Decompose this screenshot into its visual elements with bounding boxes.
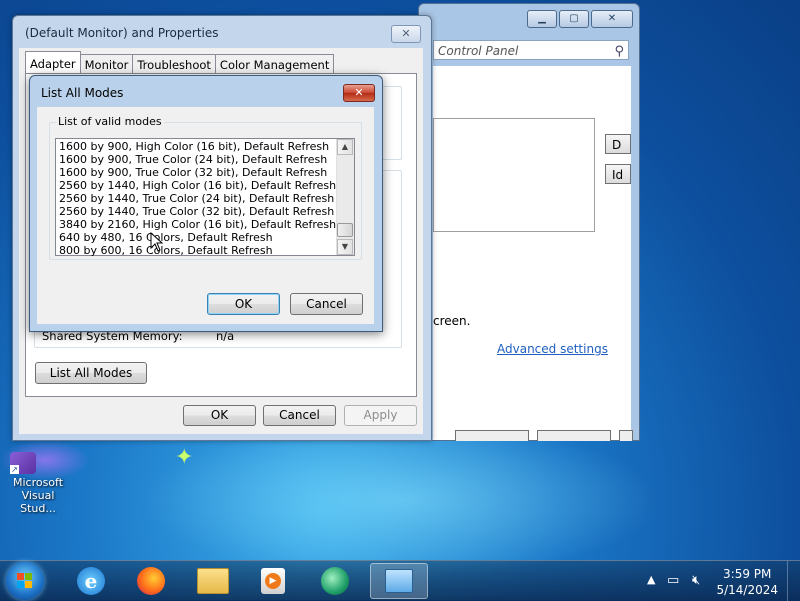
- close-button[interactable]: ✕: [343, 84, 375, 102]
- advanced-settings-link[interactable]: Advanced settings: [497, 342, 608, 356]
- control-panel-body: D Id creen. Advanced settings: [433, 66, 633, 441]
- list-item[interactable]: 1600 by 900, True Color (24 bit), Defaul…: [56, 153, 336, 166]
- show-hidden-icons-arrow-icon[interactable]: ▲: [647, 573, 655, 586]
- list-item[interactable]: 2560 by 1440, True Color (24 bit), Defau…: [56, 192, 336, 205]
- cp-cancel-button[interactable]: [537, 430, 611, 441]
- tab-adapter[interactable]: Adapter: [25, 51, 81, 74]
- group-label: List of valid modes: [56, 115, 164, 128]
- desktop-icon-label: Microsoft Visual Stud...: [12, 476, 64, 515]
- wallpaper-glow: [140, 420, 660, 580]
- network-icon[interactable]: ▭: [667, 573, 679, 588]
- list-item[interactable]: 1600 by 900, True Color (32 bit), Defaul…: [56, 166, 336, 179]
- minimize-button[interactable]: ▁: [527, 10, 557, 28]
- window-caption-buttons: ▁ ▢ ✕: [527, 10, 633, 28]
- cp-apply-button[interactable]: [619, 430, 633, 441]
- maximize-button[interactable]: ▢: [559, 10, 589, 28]
- info-text: creen.: [433, 314, 471, 328]
- control-panel-search-input[interactable]: Control Panel ⚲: [433, 40, 629, 60]
- modes-listbox[interactable]: 1600 by 900, High Color (16 bit), Defaul…: [55, 138, 355, 257]
- scroll-up-arrow-icon[interactable]: ▲: [337, 139, 353, 155]
- monitor-preview-box: [433, 118, 595, 232]
- close-button[interactable]: ✕: [591, 10, 633, 28]
- cancel-button[interactable]: Cancel: [263, 405, 336, 426]
- desktop-icon-visual-studio[interactable]: ↗ Microsoft Visual Stud...: [2, 452, 74, 515]
- dialog-client-area: List of valid modes 1600 by 900, High Co…: [37, 107, 374, 324]
- search-icon[interactable]: ⚲: [614, 42, 624, 62]
- window-title: (Default Monitor) and Properties: [25, 26, 219, 40]
- identify-button[interactable]: Id: [605, 164, 631, 184]
- dialog-title: List All Modes: [41, 86, 124, 100]
- search-placeholder: Control Panel: [438, 44, 519, 58]
- cancel-button[interactable]: Cancel: [290, 293, 363, 315]
- detect-button[interactable]: D: [605, 134, 631, 154]
- list-item[interactable]: 3840 by 2160, High Color (16 bit), Defau…: [56, 218, 336, 231]
- apply-button[interactable]: Apply: [344, 405, 417, 426]
- speaker-muted-icon[interactable]: 🔇︎: [692, 573, 700, 588]
- tab-strip: Adapter Monitor Troubleshoot Color Manag…: [25, 51, 335, 74]
- list-item[interactable]: 2560 by 1440, High Color (16 bit), Defau…: [56, 179, 336, 192]
- clock[interactable]: 3:59 PM 5/14/2024: [716, 566, 778, 598]
- system-tray: ▲ ▭ 🔇︎ 3:59 PM 5/14/2024: [0, 561, 800, 601]
- list-item[interactable]: 2560 by 1440, True Color (32 bit), Defau…: [56, 205, 336, 218]
- ok-button[interactable]: OK: [183, 405, 256, 426]
- taskbar: e ▶ ▲ ▭ 🔇︎ 3:59 PM 5/14/2024: [0, 560, 800, 601]
- cp-ok-button[interactable]: [455, 430, 529, 441]
- scroll-down-arrow-icon[interactable]: ▼: [337, 239, 353, 255]
- tab-color-management[interactable]: Color Management: [214, 54, 335, 74]
- tab-troubleshoot[interactable]: Troubleshoot: [132, 54, 216, 74]
- shortcut-arrow-icon: ↗: [10, 465, 19, 474]
- show-desktop-button[interactable]: [787, 561, 800, 601]
- ok-button[interactable]: OK: [207, 293, 280, 315]
- modes-list: 1600 by 900, High Color (16 bit), Defaul…: [56, 140, 336, 257]
- visual-studio-icon: ↗: [10, 452, 36, 474]
- scrollbar-thumb[interactable]: [337, 223, 353, 237]
- list-item[interactable]: 800 by 600, 16 Colors, Default Refresh: [56, 244, 336, 257]
- clock-time: 3:59 PM: [723, 567, 772, 581]
- mouse-cursor-icon: [150, 232, 164, 252]
- wallpaper-star: ✦: [175, 445, 194, 470]
- list-all-modes-button[interactable]: List All Modes: [35, 362, 147, 384]
- vertical-scrollbar[interactable]: ▲ ▼: [336, 139, 354, 255]
- valid-modes-group: List of valid modes 1600 by 900, High Co…: [49, 115, 362, 260]
- list-item[interactable]: 640 by 480, 16 Colors, Default Refresh: [56, 231, 336, 244]
- list-all-modes-dialog: List All Modes ✕ List of valid modes 160…: [29, 75, 383, 332]
- clock-date: 5/14/2024: [716, 583, 778, 597]
- list-item[interactable]: 1600 by 900, High Color (16 bit), Defaul…: [56, 140, 336, 153]
- tab-monitor[interactable]: Monitor: [79, 54, 134, 74]
- control-panel-window: ▁ ▢ ✕ Control Panel ⚲ D Id creen. Advanc…: [418, 3, 640, 441]
- close-button[interactable]: ✕: [391, 25, 421, 43]
